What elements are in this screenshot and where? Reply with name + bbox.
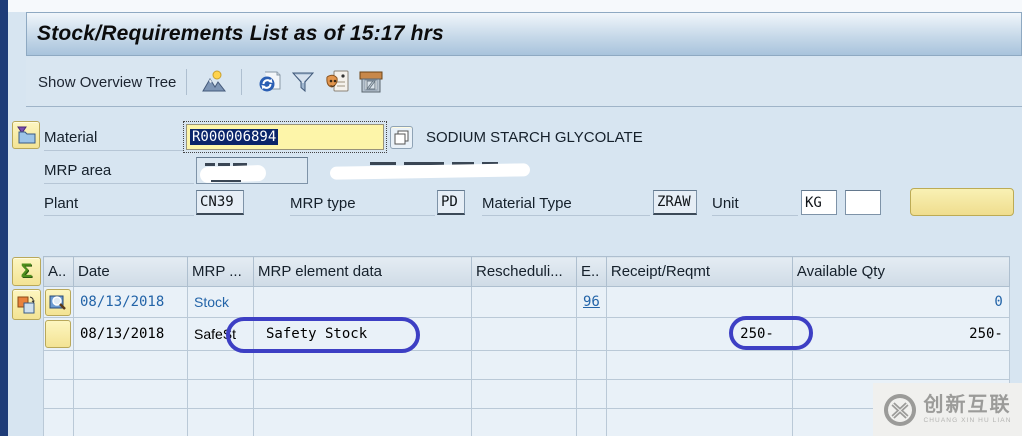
cell-receipt	[606, 287, 792, 318]
cell-rescheduling	[472, 318, 577, 351]
material-description: SODIUM STARCH GLYCOLATE	[426, 129, 643, 146]
table-row-safety-stock[interactable]: 08/13/2018 SafeSt Safety Stock 250- 250-	[44, 318, 1010, 351]
cell-available: 0	[792, 287, 1009, 318]
col-header-a[interactable]: A..	[44, 257, 74, 287]
watermark-text-cn: 创新互联	[923, 395, 1011, 415]
cell-mrp-element: Stock	[188, 287, 254, 318]
sap-window: Stock/Requirements List as of 15:17 hrs …	[0, 0, 1022, 436]
refresh-icon[interactable]	[255, 69, 283, 95]
toolbar-separator	[186, 69, 187, 95]
col-header-receipt[interactable]: Receipt/Reqmt	[606, 257, 792, 287]
unit-label: Unit	[712, 195, 739, 212]
col-header-mrp[interactable]: MRP ...	[188, 257, 254, 287]
highlighted-action-button[interactable]	[910, 188, 1014, 216]
col-header-date[interactable]: Date	[74, 257, 188, 287]
label-underline	[712, 215, 798, 216]
label-underline	[290, 215, 435, 216]
left-accent-bar	[0, 0, 8, 436]
application-toolbar: Show Overview Tree	[26, 58, 1022, 107]
watermark: 创新互联 CHUANG XIN HU LIAN	[873, 383, 1022, 436]
watermark-text-en: CHUANG XIN HU LIAN	[923, 418, 1011, 425]
top-margin	[8, 0, 1022, 12]
label-underline	[44, 183, 194, 184]
page-title: Stock/Requirements List as of 15:17 hrs	[27, 22, 444, 46]
filter-icon[interactable]	[289, 69, 317, 95]
stock-requirements-table: A.. Date MRP ... MRP element data Resche…	[43, 256, 1010, 436]
col-header-exception[interactable]: E..	[577, 257, 607, 287]
graphic-icon[interactable]	[200, 69, 228, 95]
unit-field-2[interactable]	[845, 190, 881, 215]
cell-exception-link[interactable]: 96	[577, 287, 607, 318]
toolbar-separator	[241, 69, 242, 95]
table-row-stock[interactable]: 08/13/2018 Stock 96 0	[44, 287, 1010, 318]
plant-label: Plant	[44, 195, 78, 212]
table-row-empty	[44, 351, 1010, 380]
table-row-empty	[44, 409, 1010, 436]
plant-field[interactable]: CN39	[196, 190, 244, 215]
col-header-element[interactable]: MRP element data	[254, 257, 472, 287]
cell-rescheduling	[472, 287, 577, 318]
material-label: Material	[44, 129, 97, 146]
cell-exception	[577, 318, 607, 351]
table-row-empty	[44, 380, 1010, 409]
magnifier-icon[interactable]	[45, 289, 71, 316]
cell-mrp-element: SafeSt	[188, 318, 254, 351]
show-overview-tree-button[interactable]: Show Overview Tree	[38, 74, 176, 91]
material-value-selected: R000006894	[190, 129, 278, 145]
show-details-icon[interactable]	[12, 289, 41, 320]
mrp-area-description-redacted	[330, 157, 560, 183]
cell-element-data: Safety Stock	[254, 318, 472, 351]
header-details-folder-icon[interactable]	[12, 121, 40, 149]
mrp-type-field[interactable]: PD	[437, 190, 465, 215]
print-time-icon[interactable]	[357, 69, 385, 95]
mrp-area-input-redacted[interactable]	[196, 157, 308, 184]
title-bar: Stock/Requirements List as of 15:17 hrs	[26, 12, 1022, 56]
col-header-rescheduling[interactable]: Rescheduli...	[472, 257, 577, 287]
cell-receipt: 250-	[606, 318, 792, 351]
material-type-label: Material Type	[482, 195, 572, 212]
cell-date: 08/13/2018	[74, 287, 188, 318]
table-header-row: A.. Date MRP ... MRP element data Resche…	[44, 257, 1010, 287]
copy-matchcode-icon[interactable]	[390, 126, 413, 149]
unit-field[interactable]: KG	[801, 190, 837, 215]
watermark-logo-icon	[883, 393, 917, 427]
label-underline	[482, 215, 650, 216]
col-header-available[interactable]: Available Qty	[792, 257, 1009, 287]
row-select-button[interactable]	[45, 320, 71, 348]
sum-totals-icon[interactable]: Σ	[12, 257, 41, 286]
material-type-field[interactable]: ZRAW	[653, 190, 697, 215]
mrp-type-label: MRP type	[290, 195, 356, 212]
label-underline	[44, 150, 184, 151]
material-input[interactable]: R000006894	[186, 124, 384, 150]
label-underline	[44, 215, 194, 216]
cell-element-data	[254, 287, 472, 318]
mrp-area-label: MRP area	[44, 162, 111, 179]
cell-date: 08/13/2018	[74, 318, 188, 351]
checks-mask-icon[interactable]	[323, 69, 351, 95]
cell-available: 250-	[792, 318, 1009, 351]
